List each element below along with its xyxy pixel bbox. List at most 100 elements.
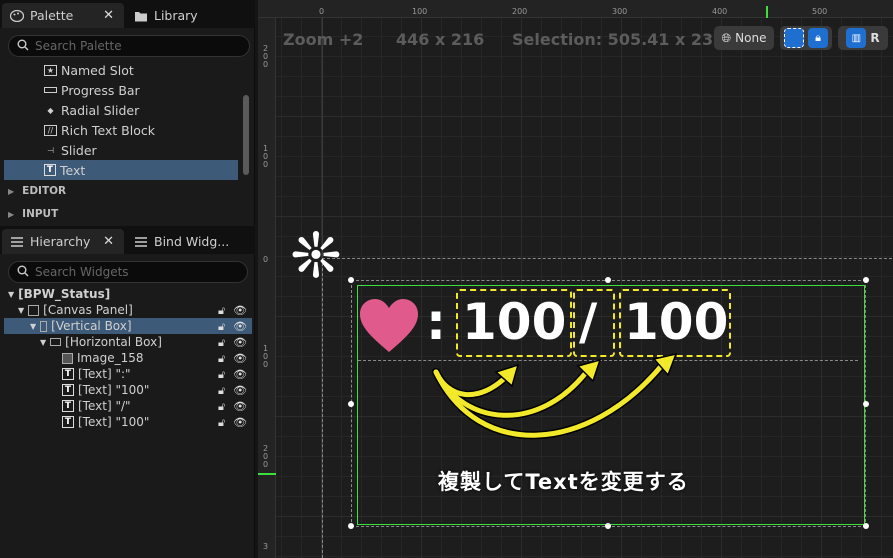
ruler-tick: 2 0 0 bbox=[263, 444, 269, 469]
list-icon bbox=[10, 236, 24, 248]
tree-row-image[interactable]: Image_158 bbox=[62, 350, 144, 366]
r-button[interactable]: R bbox=[870, 31, 879, 45]
ruler-marker bbox=[258, 473, 276, 475]
section-input[interactable]: ▶ INPUT bbox=[8, 204, 58, 224]
resize-handle[interactable] bbox=[863, 523, 869, 529]
text-current-hp[interactable]: 100 bbox=[462, 292, 566, 352]
tab-palette[interactable]: Palette ✕ bbox=[2, 3, 124, 28]
lock-icon[interactable]: 🔓︎ bbox=[218, 352, 225, 366]
row-controls: 🔓︎ 👁︎ bbox=[218, 304, 247, 318]
lock-icon[interactable]: 🔓︎ bbox=[218, 400, 225, 414]
tree-label: [Text] "/" bbox=[78, 399, 131, 413]
section-editor[interactable]: ▶ EDITOR bbox=[8, 181, 66, 201]
tree-label: [Text] "100" bbox=[78, 383, 150, 397]
lock-icon[interactable]: 🔓︎ bbox=[218, 320, 225, 334]
image-icon bbox=[62, 352, 73, 364]
tree-label: Image_158 bbox=[77, 351, 144, 365]
eye-icon[interactable]: 👁︎ bbox=[233, 304, 247, 318]
resize-handle[interactable] bbox=[605, 523, 611, 529]
resize-handle[interactable] bbox=[863, 277, 869, 283]
heart-icon[interactable] bbox=[358, 298, 420, 357]
palette-item-text[interactable]: T Text bbox=[44, 160, 85, 180]
tab-library[interactable]: Library bbox=[126, 3, 252, 28]
ruler-tick: 400 bbox=[712, 7, 728, 16]
lock-icon[interactable]: 🔓︎ bbox=[218, 304, 225, 318]
tree-row-canvas-panel[interactable]: ▼ [Canvas Panel] bbox=[18, 302, 133, 318]
eye-icon[interactable]: 👁︎ bbox=[233, 384, 247, 398]
horizontal-box-icon bbox=[50, 338, 62, 346]
widget-search[interactable] bbox=[8, 261, 248, 283]
palette-search[interactable] bbox=[8, 35, 250, 57]
tab-hierarchy[interactable]: Hierarchy ✕ bbox=[2, 229, 124, 254]
palette-item-named-slot[interactable]: ★ Named Slot bbox=[44, 60, 134, 80]
progress-bar-icon bbox=[44, 87, 57, 93]
close-icon[interactable]: ✕ bbox=[103, 234, 114, 249]
text-slash[interactable]: / bbox=[579, 292, 597, 352]
palette-item-slider[interactable]: ⊣ Slider bbox=[44, 140, 97, 160]
eye-icon[interactable]: 👁︎ bbox=[233, 352, 247, 366]
tree-label: [Horizontal Box] bbox=[65, 335, 162, 349]
row-controls: 🔓︎ 👁︎ bbox=[218, 384, 247, 398]
tab-palette-label: Palette bbox=[30, 8, 74, 23]
lock-icon[interactable]: 🔒︎ bbox=[808, 28, 828, 48]
row-controls: 🔓︎ 👁︎ bbox=[218, 400, 247, 414]
origin-vline-dashed bbox=[322, 258, 323, 558]
text-max-hp[interactable]: 100 bbox=[624, 292, 728, 352]
eye-icon[interactable]: 👁︎ bbox=[233, 416, 247, 430]
tab-hierarchy-label: Hierarchy bbox=[30, 234, 91, 249]
palette-item-label: Radial Slider bbox=[61, 102, 140, 118]
ruler-tick: 0 bbox=[263, 255, 269, 264]
resize-handle[interactable] bbox=[348, 523, 354, 529]
tree-row-root[interactable]: ▼ [BPW_Status] bbox=[8, 286, 110, 302]
tree-row-text-slash[interactable]: T [Text] "/" bbox=[62, 398, 131, 414]
lock-icon[interactable]: 🔓︎ bbox=[218, 416, 225, 430]
lock-icon[interactable]: 🔓︎ bbox=[218, 384, 225, 398]
eye-icon[interactable]: 👁︎ bbox=[233, 320, 247, 334]
resize-handle[interactable] bbox=[605, 277, 611, 283]
search-widgets-input[interactable] bbox=[35, 265, 235, 279]
zoom-level: Zoom +2 bbox=[283, 30, 364, 49]
tree-row-text-100-b[interactable]: T [Text] "100" bbox=[62, 414, 149, 430]
screen-size: 446 x 216 bbox=[396, 30, 485, 49]
respect-lock-icon[interactable] bbox=[784, 28, 804, 48]
close-icon[interactable]: ✕ bbox=[103, 8, 114, 23]
globe-icon: 🌐︎ bbox=[721, 30, 732, 45]
resize-handle[interactable] bbox=[348, 277, 354, 283]
tab-bind-widgets[interactable]: Bind Widg... bbox=[126, 229, 252, 254]
eye-icon[interactable]: 👁︎ bbox=[233, 368, 247, 382]
lock-icon[interactable]: 🔓︎ bbox=[218, 336, 225, 350]
anchor-icon[interactable]: ❊ bbox=[290, 225, 342, 287]
arrow-annotation bbox=[432, 352, 678, 440]
ruler-top: 0 100 200 300 400 500 bbox=[258, 0, 893, 18]
resize-handle[interactable] bbox=[863, 401, 869, 407]
ruler-tick: 2 0 0 bbox=[263, 44, 269, 69]
tab-library-label: Library bbox=[154, 8, 198, 23]
canvas-panel-icon bbox=[28, 304, 40, 316]
eye-icon[interactable]: 👁︎ bbox=[233, 400, 247, 414]
palette-scrollbar[interactable] bbox=[243, 95, 249, 175]
palette-item-progress-bar[interactable]: Progress Bar bbox=[44, 80, 140, 100]
rich-text-icon: // bbox=[44, 124, 57, 136]
lock-icon[interactable]: 🔓︎ bbox=[218, 368, 225, 382]
tree-row-text-100[interactable]: T [Text] "100" bbox=[62, 382, 149, 398]
eye-icon[interactable]: 👁︎ bbox=[233, 336, 247, 350]
palette-item-radial-slider[interactable]: ◆ Radial Slider bbox=[44, 100, 139, 120]
chevron-down-icon: ▼ bbox=[18, 305, 25, 315]
chevron-down-icon: ▼ bbox=[40, 337, 47, 347]
search-palette-input[interactable] bbox=[35, 39, 235, 53]
resize-handle[interactable] bbox=[348, 401, 354, 407]
radial-slider-icon: ◆ bbox=[47, 105, 54, 115]
locale-button[interactable]: 🌐︎ None bbox=[714, 26, 774, 50]
tab-bind-label: Bind Widg... bbox=[154, 234, 230, 249]
ruler-tick: 0 bbox=[319, 7, 325, 16]
tree-row-vertical-box[interactable]: ▼ [Vertical Box] bbox=[30, 318, 132, 334]
tree-row-horizontal-box[interactable]: ▼ [Horizontal Box] bbox=[40, 334, 162, 350]
layout-icon[interactable]: ▥ bbox=[846, 28, 867, 48]
designer-viewport[interactable]: 0 100 200 300 400 500 2 0 0 1 0 0 0 1 0 … bbox=[258, 0, 893, 558]
tree-row-text-colon[interactable]: T [Text] ":" bbox=[62, 366, 131, 382]
palette-item-label: Named Slot bbox=[61, 62, 134, 78]
palette-item-rich-text-block[interactable]: // Rich Text Block bbox=[44, 120, 155, 140]
text-colon[interactable]: : bbox=[426, 292, 446, 352]
slider-icon: ⊣ bbox=[47, 145, 54, 155]
view-toggle-group: ▥ R bbox=[838, 26, 888, 50]
